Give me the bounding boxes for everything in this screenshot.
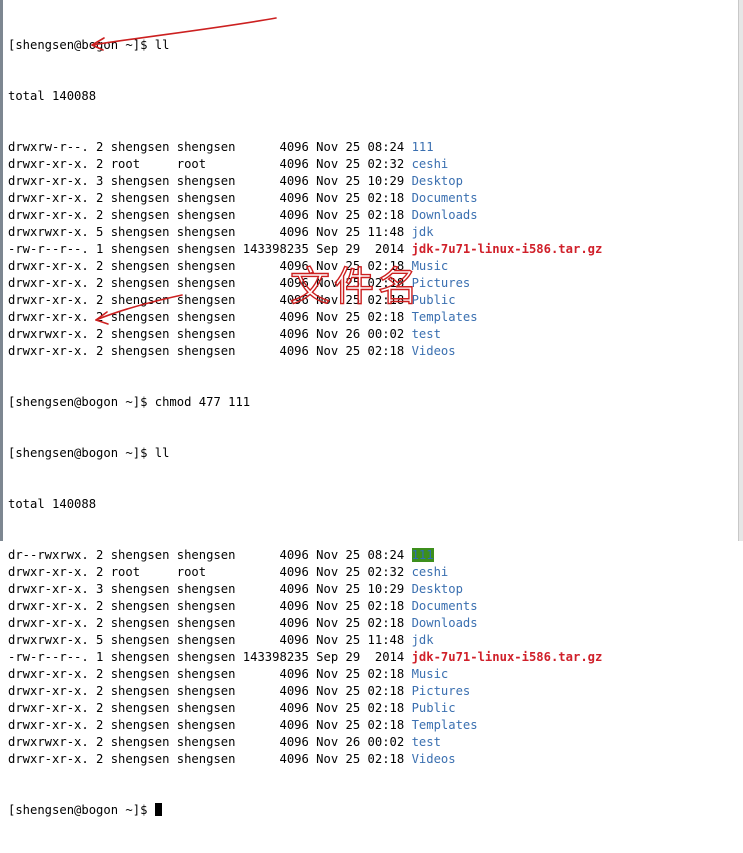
directory-name: Public (411, 701, 456, 715)
directory-name: Desktop (411, 174, 463, 188)
listing-row: drwxr-xr-x. 2 shengsen shengsen 4096 Nov… (8, 190, 602, 207)
prompt-line: [shengsen@bogon ~]$ ll (8, 38, 170, 52)
listing-row: drwxr-xr-x. 2 shengsen shengsen 4096 Nov… (8, 666, 602, 683)
listing-row: drwxr-xr-x. 2 root root 4096 Nov 25 02:3… (8, 564, 602, 581)
command-line: [shengsen@bogon ~]$ chmod 477 111 (8, 395, 251, 409)
file-meta: drwxr-xr-x. 3 shengsen shengsen 4096 Nov… (8, 582, 412, 596)
listing-row: drwxrwxr-x. 5 shengsen shengsen 4096 Nov… (8, 632, 602, 649)
file-meta: drwxrwxr-x. 2 shengsen shengsen 4096 Nov… (8, 327, 412, 341)
directory-name: Templates (411, 310, 478, 324)
listing-row: drwxr-xr-x. 2 shengsen shengsen 4096 Nov… (8, 309, 602, 326)
directory-name: Pictures (411, 276, 471, 290)
directory-name: Downloads (411, 616, 478, 630)
directory-name: jdk (411, 633, 434, 647)
listing-row: drwxr-xr-x. 2 shengsen shengsen 4096 Nov… (8, 207, 602, 224)
listing-row: drwxr-xr-x. 2 root root 4096 Nov 25 02:3… (8, 156, 602, 173)
listing-row: drwxr-xr-x. 2 shengsen shengsen 4096 Nov… (8, 343, 602, 360)
archive-file-name: jdk-7u71-linux-i586.tar.gz (411, 242, 603, 256)
directory-name: Documents (411, 191, 478, 205)
listing-row: drwxrwxr-x. 2 shengsen shengsen 4096 Nov… (8, 734, 602, 751)
directory-name: Documents (411, 599, 478, 613)
listing-row: -rw-r--r--. 1 shengsen shengsen 14339823… (8, 241, 602, 258)
listing-row: drwxr-xr-x. 2 shengsen shengsen 4096 Nov… (8, 615, 602, 632)
file-meta: drwxr-xr-x. 2 shengsen shengsen 4096 Nov… (8, 667, 412, 681)
directory-name: Templates (411, 718, 478, 732)
file-meta: drwxr-xr-x. 2 shengsen shengsen 4096 Nov… (8, 208, 412, 222)
file-meta: drwxr-xr-x. 2 shengsen shengsen 4096 Nov… (8, 293, 412, 307)
file-meta: drwxr-xr-x. 2 shengsen shengsen 4096 Nov… (8, 701, 412, 715)
file-meta: drwxr-xr-x. 2 shengsen shengsen 4096 Nov… (8, 310, 412, 324)
listing-row: drwxr-xr-x. 2 shengsen shengsen 4096 Nov… (8, 700, 602, 717)
listing-row: drwxr-xr-x. 3 shengsen shengsen 4096 Nov… (8, 173, 602, 190)
directory-name: 111 (411, 548, 434, 562)
file-listing: drwxrw-r--. 2 shengsen shengsen 4096 Nov… (8, 139, 602, 360)
file-listing: dr--rwxrwx. 2 shengsen shengsen 4096 Nov… (8, 547, 602, 768)
file-meta: drwxr-xr-x. 2 shengsen shengsen 4096 Nov… (8, 259, 412, 273)
prompt-text: [shengsen@bogon ~]$ (8, 803, 155, 817)
listing-row: drwxr-xr-x. 3 shengsen shengsen 4096 Nov… (8, 581, 602, 598)
file-meta: drwxrwxr-x. 5 shengsen shengsen 4096 Nov… (8, 225, 412, 239)
listing-row: drwxrwxr-x. 5 shengsen shengsen 4096 Nov… (8, 224, 602, 241)
file-meta: drwxr-xr-x. 2 shengsen shengsen 4096 Nov… (8, 616, 412, 630)
terminal-output[interactable]: [shengsen@bogon ~]$ ll total 140088 drwx… (8, 3, 602, 853)
file-meta: drwxr-xr-x. 2 shengsen shengsen 4096 Nov… (8, 752, 412, 766)
file-meta: drwxrw-r--. 2 shengsen shengsen 4096 Nov… (8, 140, 412, 154)
file-meta: drwxr-xr-x. 2 root root 4096 Nov 25 02:3… (8, 157, 412, 171)
terminal-scrollbar[interactable] (738, 0, 743, 541)
file-meta: drwxr-xr-x. 2 shengsen shengsen 4096 Nov… (8, 276, 412, 290)
listing-row: dr--rwxrwx. 2 shengsen shengsen 4096 Nov… (8, 547, 602, 564)
file-meta: drwxr-xr-x. 2 shengsen shengsen 4096 Nov… (8, 599, 412, 613)
terminal-window[interactable]: [shengsen@bogon ~]$ ll total 140088 drwx… (0, 0, 743, 817)
listing-row: drwxr-xr-x. 2 shengsen shengsen 4096 Nov… (8, 275, 602, 292)
active-prompt-line[interactable]: [shengsen@bogon ~]$ (8, 802, 602, 819)
text-cursor (154, 803, 162, 816)
total-line: total 140088 (8, 497, 97, 511)
directory-name: jdk (411, 225, 434, 239)
file-meta: drwxr-xr-x. 2 shengsen shengsen 4096 Nov… (8, 344, 412, 358)
directory-name: Public (411, 293, 456, 307)
directory-name: Videos (411, 752, 456, 766)
archive-file-name: jdk-7u71-linux-i586.tar.gz (411, 650, 603, 664)
listing-row: drwxr-xr-x. 2 shengsen shengsen 4096 Nov… (8, 751, 602, 768)
window-left-border (0, 0, 3, 541)
listing-row: drwxrw-r--. 2 shengsen shengsen 4096 Nov… (8, 139, 602, 156)
listing-row: drwxr-xr-x. 2 shengsen shengsen 4096 Nov… (8, 717, 602, 734)
file-meta: drwxr-xr-x. 2 root root 4096 Nov 25 02:3… (8, 565, 412, 579)
listing-row: drwxr-xr-x. 2 shengsen shengsen 4096 Nov… (8, 292, 602, 309)
directory-name: test (411, 327, 441, 341)
file-meta: drwxr-xr-x. 2 shengsen shengsen 4096 Nov… (8, 684, 412, 698)
file-meta: drwxr-xr-x. 2 shengsen shengsen 4096 Nov… (8, 191, 412, 205)
directory-name: Videos (411, 344, 456, 358)
file-meta: drwxrwxr-x. 5 shengsen shengsen 4096 Nov… (8, 633, 412, 647)
prompt-line: [shengsen@bogon ~]$ ll (8, 446, 170, 460)
directory-name: Music (411, 667, 449, 681)
directory-name: Pictures (411, 684, 471, 698)
file-meta: dr--rwxrwx. 2 shengsen shengsen 4096 Nov… (8, 548, 412, 562)
directory-name: Downloads (411, 208, 478, 222)
listing-row: drwxrwxr-x. 2 shengsen shengsen 4096 Nov… (8, 326, 602, 343)
file-meta: drwxr-xr-x. 3 shengsen shengsen 4096 Nov… (8, 174, 412, 188)
listing-row: drwxr-xr-x. 2 shengsen shengsen 4096 Nov… (8, 258, 602, 275)
directory-name: Music (411, 259, 449, 273)
directory-name: ceshi (411, 565, 449, 579)
listing-row: drwxr-xr-x. 2 shengsen shengsen 4096 Nov… (8, 598, 602, 615)
directory-name: Desktop (411, 582, 463, 596)
directory-name: 111 (411, 140, 434, 154)
total-line: total 140088 (8, 89, 97, 103)
directory-name: test (411, 735, 441, 749)
file-meta: -rw-r--r--. 1 shengsen shengsen 14339823… (8, 242, 412, 256)
file-meta: -rw-r--r--. 1 shengsen shengsen 14339823… (8, 650, 412, 664)
listing-row: -rw-r--r--. 1 shengsen shengsen 14339823… (8, 649, 602, 666)
directory-name: ceshi (411, 157, 449, 171)
file-meta: drwxrwxr-x. 2 shengsen shengsen 4096 Nov… (8, 735, 412, 749)
file-meta: drwxr-xr-x. 2 shengsen shengsen 4096 Nov… (8, 718, 412, 732)
listing-row: drwxr-xr-x. 2 shengsen shengsen 4096 Nov… (8, 683, 602, 700)
